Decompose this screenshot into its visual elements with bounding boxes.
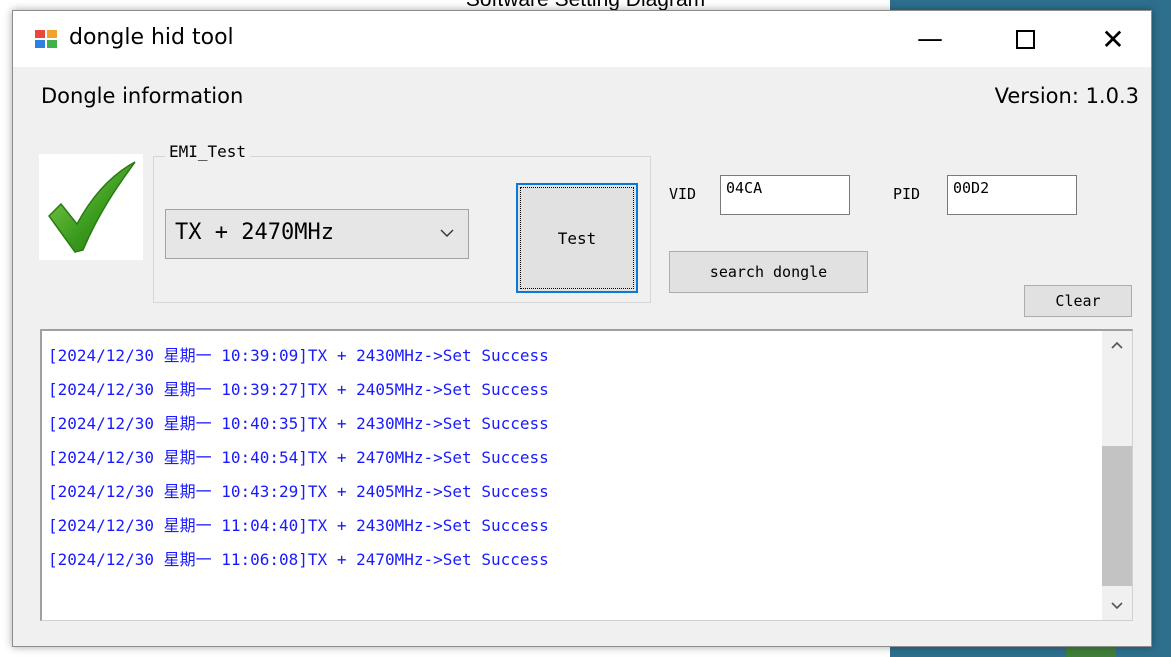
test-button-label: Test <box>557 228 597 248</box>
minimize-icon: — <box>917 24 943 54</box>
log-line: [2024/12/30 星期一 10:40:54]TX + 2470MHz->S… <box>48 448 549 467</box>
vid-field[interactable] <box>720 175 850 215</box>
log-lines: [2024/12/30 星期一 10:39:09]TX + 2430MHz->S… <box>48 339 549 577</box>
log-line: [2024/12/30 星期一 10:39:09]TX + 2430MHz->S… <box>48 346 549 365</box>
close-icon: ✕ <box>1101 22 1125 56</box>
scroll-up-button[interactable] <box>1102 331 1132 361</box>
close-button[interactable]: ✕ <box>1079 11 1147 67</box>
app-icon <box>35 30 59 50</box>
log-line: [2024/12/30 星期一 10:39:27]TX + 2405MHz->S… <box>48 380 549 399</box>
version-label: Version: 1.0.3 <box>994 84 1139 108</box>
title-bar[interactable]: dongle hid tool — ✕ <box>13 11 1151 67</box>
emi-mode-select[interactable]: TX + 2470MHz <box>165 209 469 259</box>
emi-mode-value: TX + 2470MHz <box>175 220 334 245</box>
log-line: [2024/12/30 星期一 11:04:40]TX + 2430MHz->S… <box>48 516 549 535</box>
vid-label: VID <box>669 185 697 203</box>
emi-test-title: EMI_Test <box>165 142 251 161</box>
clear-button[interactable]: Clear <box>1024 285 1132 317</box>
window-title: dongle hid tool <box>69 25 234 50</box>
dongle-info-label: Dongle information <box>41 84 244 108</box>
chevron-up-icon <box>1111 341 1123 349</box>
log-line: [2024/12/30 星期一 10:40:35]TX + 2430MHz->S… <box>48 414 549 433</box>
pid-field[interactable] <box>947 175 1077 215</box>
pid-label: PID <box>893 185 921 203</box>
log-scrollbar[interactable] <box>1102 331 1132 620</box>
log-line: [2024/12/30 星期一 10:43:29]TX + 2405MHz->S… <box>48 482 549 501</box>
chevron-down-icon <box>1111 602 1123 610</box>
app-window: dongle hid tool — ✕ Dongle information V… <box>12 10 1152 647</box>
maximize-icon <box>1015 29 1035 49</box>
maximize-button[interactable] <box>991 11 1059 67</box>
checkmark-icon <box>39 154 143 260</box>
scrollbar-thumb[interactable] <box>1102 446 1132 586</box>
scroll-down-button[interactable] <box>1102 590 1132 620</box>
pid-input[interactable] <box>948 176 1076 214</box>
minimize-button[interactable]: — <box>896 11 964 67</box>
chevron-down-icon <box>440 229 454 237</box>
test-button[interactable]: Test <box>516 183 638 293</box>
log-line: [2024/12/30 星期一 11:06:08]TX + 2470MHz->S… <box>48 550 549 569</box>
search-dongle-button[interactable]: search dongle <box>669 251 868 293</box>
vid-input[interactable] <box>721 176 849 214</box>
log-textbox[interactable]: [2024/12/30 星期一 10:39:09]TX + 2430MHz->S… <box>40 329 1133 621</box>
